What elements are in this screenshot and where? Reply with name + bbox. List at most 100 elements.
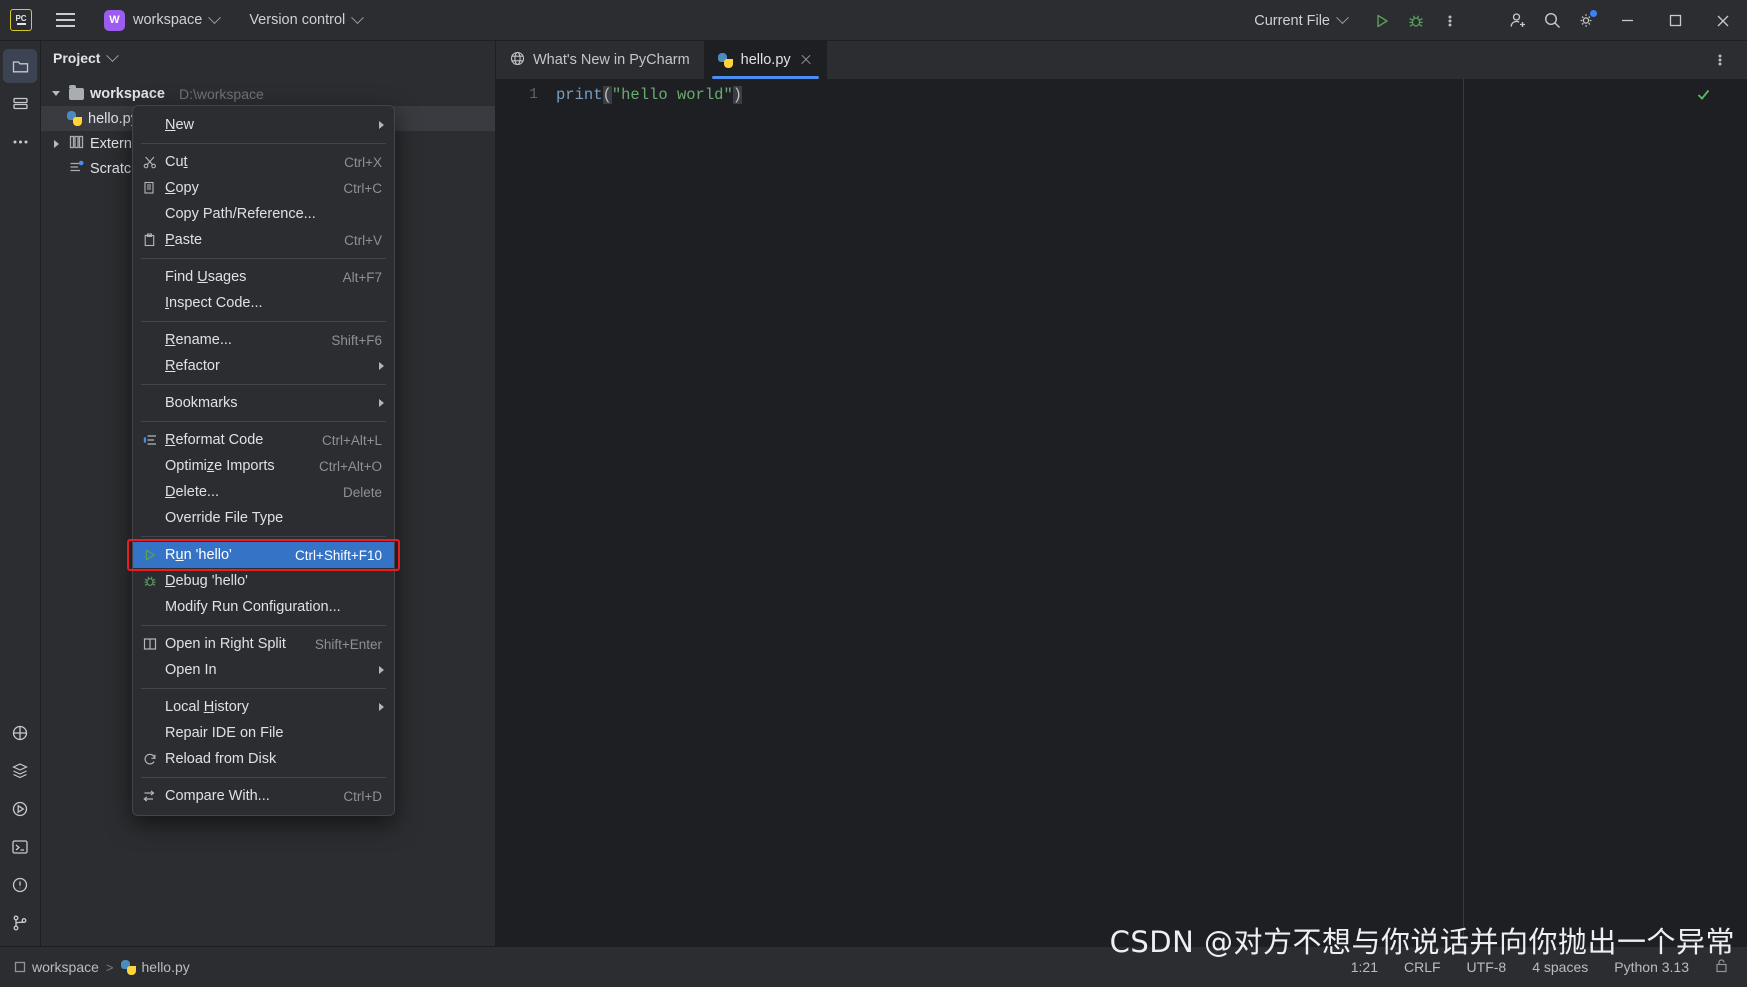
menu-item-inspect-code[interactable]: Inspect Code...	[133, 290, 394, 316]
sidebar-item-commit[interactable]	[3, 87, 37, 121]
tree-row-workspace[interactable]: workspace D:\workspace	[41, 81, 495, 106]
menu-item-copy-path-reference[interactable]: Copy Path/Reference...	[133, 201, 394, 227]
file-encoding[interactable]: UTF-8	[1467, 959, 1507, 975]
chevron-right-icon	[379, 666, 384, 674]
sidebar-item-services[interactable]	[3, 792, 37, 826]
compare-icon	[143, 789, 165, 803]
menu-separator	[141, 258, 386, 259]
menu-item-new[interactable]: New	[133, 112, 394, 138]
tab-hello-py[interactable]: hello.py	[703, 41, 827, 79]
chevron-down-icon	[351, 10, 365, 24]
hamburger-menu-icon[interactable]	[50, 5, 80, 35]
menu-item-label: Local History	[165, 699, 249, 715]
minimize-icon[interactable]	[1603, 0, 1651, 41]
menu-item-rename[interactable]: Rename... Shift+F6	[133, 327, 394, 353]
menu-item-label: Repair IDE on File	[165, 725, 284, 741]
menu-item-shortcut: Alt+F7	[342, 269, 382, 285]
menu-item-label: Copy Path/Reference...	[165, 206, 316, 222]
menu-item-cut[interactable]: Cut Ctrl+X	[133, 149, 394, 175]
module-icon	[14, 961, 26, 973]
code-editor[interactable]: 1 print("hello world")	[496, 79, 1747, 946]
sidebar-item-database[interactable]	[3, 754, 37, 788]
breadcrumb-item-hello-py[interactable]: hello.py	[120, 959, 190, 975]
menu-item-label: Compare With...	[165, 788, 270, 804]
menu-item-shortcut: Delete	[342, 484, 382, 500]
workspace-selector[interactable]: W workspace	[96, 6, 227, 35]
debug-bug-icon[interactable]	[1399, 4, 1433, 38]
editor-tab-bar: What's New in PyCharm hello.py	[496, 41, 1747, 79]
menu-item-debug-hello[interactable]: Debug 'hello'	[133, 568, 394, 594]
menu-item-paste[interactable]: Paste Ctrl+V	[133, 227, 394, 253]
run-configuration-selector[interactable]: Current File	[1246, 9, 1355, 33]
menu-item-refactor[interactable]: Refactor	[133, 353, 394, 379]
add-account-icon[interactable]	[1501, 4, 1535, 38]
sidebar-item-problems[interactable]	[3, 868, 37, 902]
maximize-icon[interactable]	[1651, 0, 1699, 41]
menu-separator	[141, 536, 386, 537]
menu-item-shortcut: Shift+F6	[331, 332, 382, 348]
sidebar-item-python-packages[interactable]	[3, 716, 37, 750]
indent-setting[interactable]: 4 spaces	[1532, 959, 1588, 975]
sidebar-item-project[interactable]	[3, 49, 37, 83]
breadcrumb-label: hello.py	[141, 959, 190, 975]
menu-separator	[141, 421, 386, 422]
folder-icon	[69, 84, 84, 100]
menu-item-find-usages[interactable]: Find Usages Alt+F7	[133, 264, 394, 290]
reload-icon	[143, 752, 165, 766]
tab-label: What's New in PyCharm	[533, 52, 690, 68]
caret-position[interactable]: 1:21	[1351, 959, 1378, 975]
menu-item-shortcut: Ctrl+D	[343, 788, 382, 804]
readonly-toggle-icon[interactable]	[1715, 958, 1729, 976]
gear-icon[interactable]	[1569, 4, 1603, 38]
python-interpreter[interactable]: Python 3.13	[1614, 959, 1689, 975]
code-token-paren-open: (	[602, 86, 612, 104]
more-vertical-icon[interactable]	[1433, 4, 1467, 38]
tab-whats-new-in-pycharm[interactable]: What's New in PyCharm	[496, 41, 704, 79]
sidebar-item-version-control[interactable]	[3, 906, 37, 940]
search-icon[interactable]	[1535, 4, 1569, 38]
library-icon	[69, 135, 84, 153]
chevron-right-icon[interactable]	[49, 137, 63, 151]
menu-item-run-hello[interactable]: Run 'hello' Ctrl+Shift+F10	[133, 542, 394, 568]
version-control-selector[interactable]: Version control	[241, 8, 370, 32]
menu-item-shortcut: Ctrl+V	[344, 232, 382, 248]
menu-item-optimize-imports[interactable]: Optimize Imports Ctrl+Alt+O	[133, 453, 394, 479]
more-tool-windows-icon[interactable]	[3, 125, 37, 159]
code-token-string: "hello world"	[611, 86, 733, 104]
menu-item-delete[interactable]: Delete... Delete	[133, 479, 394, 505]
chevron-right-icon	[379, 703, 384, 711]
menu-item-bookmarks[interactable]: Bookmarks	[133, 390, 394, 416]
menu-item-label: Delete...	[165, 484, 220, 500]
code-content[interactable]: print("hello world")	[548, 79, 1747, 946]
line-separator[interactable]: CRLF	[1404, 959, 1441, 975]
chevron-right-icon	[379, 121, 384, 129]
run-play-icon[interactable]	[1365, 4, 1399, 38]
menu-item-copy[interactable]: Copy Ctrl+C	[133, 175, 394, 201]
menu-item-shortcut: Ctrl+C	[343, 180, 382, 196]
checkmark-icon[interactable]	[1696, 87, 1711, 107]
title-bar: PC W workspace Version control Current F…	[0, 0, 1747, 41]
file-context-menu[interactable]: New Cut Ctrl+X Copy Ctrl+C Copy Path/Referenc…	[132, 105, 395, 816]
run-play-icon	[143, 548, 165, 562]
menu-item-reformat-code[interactable]: Reformat Code Ctrl+Alt+L	[133, 427, 394, 453]
menu-item-label: Cut	[165, 154, 188, 170]
breadcrumb-item-workspace[interactable]: workspace	[14, 959, 99, 975]
menu-item-local-history[interactable]: Local History	[133, 694, 394, 720]
chevron-down-icon[interactable]	[106, 48, 120, 62]
menu-item-override-file-type[interactable]: Override File Type	[133, 505, 394, 531]
globe-icon	[510, 51, 525, 70]
more-vertical-icon[interactable]	[1703, 43, 1737, 77]
menu-item-modify-run-configuration[interactable]: Modify Run Configuration...	[133, 594, 394, 620]
menu-item-label: Inspect Code...	[165, 295, 263, 311]
menu-item-open-in[interactable]: Open In	[133, 657, 394, 683]
menu-item-shortcut: Ctrl+Shift+F10	[294, 547, 382, 563]
close-icon[interactable]	[1699, 0, 1747, 41]
menu-item-compare-with[interactable]: Compare With... Ctrl+D	[133, 783, 394, 809]
sidebar-item-terminal[interactable]	[3, 830, 37, 864]
menu-item-reload-from-disk[interactable]: Reload from Disk	[133, 746, 394, 772]
workspace-badge: W	[104, 9, 125, 31]
menu-item-repair-ide-on-file[interactable]: Repair IDE on File	[133, 720, 394, 746]
close-icon[interactable]	[799, 53, 813, 67]
chevron-down-icon[interactable]	[49, 87, 63, 101]
menu-item-open-in-right-split[interactable]: Open in Right Split Shift+Enter	[133, 631, 394, 657]
